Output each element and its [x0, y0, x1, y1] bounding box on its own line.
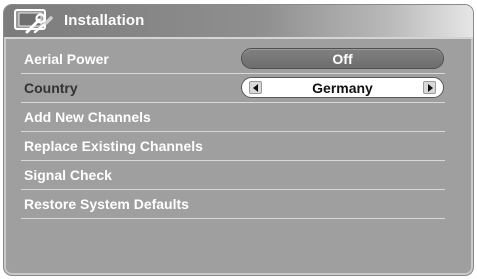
title-bar: Installation [4, 5, 473, 39]
menu-item-signal-check[interactable]: Signal Check [21, 161, 445, 190]
menu-item-country[interactable]: Country Germany [21, 74, 445, 103]
menu-item-label: Country [24, 80, 78, 96]
menu-item-label: Restore System Defaults [24, 196, 189, 212]
page-title: Installation [64, 12, 145, 29]
menu-item-aerial-power[interactable]: Aerial Power Off [21, 45, 445, 74]
tools-icon [13, 8, 53, 34]
menu-item-label: Aerial Power [24, 51, 109, 67]
arrow-right-icon[interactable] [423, 81, 436, 94]
menu-item-add-new-channels[interactable]: Add New Channels [21, 103, 445, 132]
menu-list: Aerial Power Off Country Germany Add New… [21, 45, 445, 219]
menu-item-label: Signal Check [24, 167, 112, 183]
country-value: Germany [312, 80, 373, 96]
menu-item-label: Add New Channels [24, 109, 151, 125]
menu-item-replace-existing-channels[interactable]: Replace Existing Channels [21, 132, 445, 161]
country-selector[interactable]: Germany [241, 77, 444, 98]
menu-item-label: Replace Existing Channels [24, 138, 203, 154]
installation-menu-panel: Installation Aerial Power Off Country Ge… [3, 4, 474, 276]
aerial-power-toggle[interactable]: Off [241, 48, 444, 69]
aerial-power-value: Off [332, 51, 353, 67]
menu-item-restore-system-defaults[interactable]: Restore System Defaults [21, 190, 445, 219]
